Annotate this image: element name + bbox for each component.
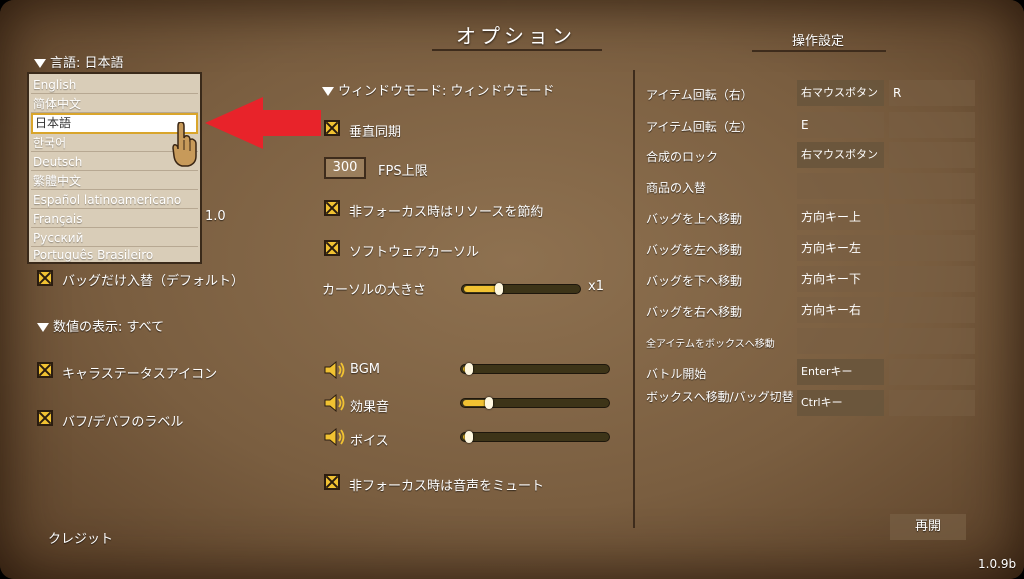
language-dropdown-list: English 简体中文 日本語 한국어 Deutsch 繁體中文 Españo…	[27, 72, 202, 264]
bgm-slider[interactable]	[460, 363, 610, 375]
control-label: 全アイテムをボックスへ移動	[646, 339, 775, 350]
control-label: バッグを右へ移動	[646, 305, 743, 319]
language-option[interactable]: English	[31, 76, 198, 94]
slider-knob[interactable]	[464, 431, 473, 443]
keybind-primary[interactable]: 右マウスボタン	[797, 80, 884, 106]
credits-button[interactable]: クレジット	[48, 528, 113, 547]
control-label: ボックスへ移動/バッグ切替	[646, 390, 794, 404]
title-underline	[432, 49, 602, 51]
control-label: アイテム回転（右）	[646, 88, 753, 102]
buff-label-checkbox[interactable]	[37, 410, 53, 426]
sfx-slider[interactable]	[460, 397, 610, 409]
vsync-checkbox[interactable]	[324, 120, 340, 136]
language-option[interactable]: Français	[31, 210, 198, 228]
control-label: 合成のロック	[646, 150, 719, 164]
controls-tab[interactable]: 操作設定	[752, 30, 884, 49]
control-label: バッグを上へ移動	[646, 212, 743, 226]
keybind-secondary[interactable]	[889, 142, 975, 168]
keybind-secondary[interactable]	[889, 297, 975, 323]
dropdown-triangle-icon	[322, 87, 334, 96]
bgm-label: BGM	[350, 362, 380, 377]
keybind-secondary[interactable]	[889, 235, 975, 261]
window-mode-select[interactable]: ウィンドウモード: ウィンドウモード	[322, 80, 555, 99]
keybind-secondary[interactable]	[889, 112, 975, 138]
keybind-secondary[interactable]: R	[889, 80, 975, 106]
control-label: バトル開始	[646, 367, 707, 381]
mute-unfocused-label: 非フォーカス時は音声をミュート	[349, 479, 545, 494]
voice-label: ボイス	[350, 434, 389, 449]
keybind-secondary[interactable]	[889, 266, 975, 292]
language-option[interactable]: Español latinoamericano	[31, 191, 198, 209]
keybind-primary[interactable]: Ctrlキー	[797, 390, 884, 416]
vsync-label: 垂直同期	[349, 125, 402, 140]
control-label: 商品の入替	[646, 181, 707, 195]
language-option[interactable]: 简体中文	[31, 95, 198, 113]
keybind-secondary[interactable]	[889, 359, 975, 385]
page-title: オプション	[456, 24, 576, 48]
language-option[interactable]: Português Brasileiro	[31, 246, 198, 264]
speaker-icon	[324, 394, 345, 412]
language-select[interactable]: 言語: 日本語	[34, 52, 124, 71]
sfx-label: 効果音	[350, 400, 390, 415]
resume-button[interactable]: 再開	[890, 514, 966, 540]
speaker-icon	[324, 428, 345, 446]
number-display-label: 数値の表示: すべて	[53, 320, 165, 335]
save-resources-label: 非フォーカス時はリソースを節約	[349, 205, 544, 220]
keybind-primary[interactable]: 方向キー左	[797, 235, 884, 261]
dropdown-triangle-icon	[37, 323, 49, 332]
window-mode-label: ウィンドウモード: ウィンドウモード	[338, 84, 555, 99]
control-label: アイテム回転（左）	[646, 120, 753, 134]
bag-swap-label: バッグだけ入替（デフォルト）	[62, 274, 245, 289]
keybind-primary[interactable]: 方向キー下	[797, 266, 884, 292]
language-select-label: 言語: 日本語	[50, 56, 124, 71]
mute-unfocused-checkbox[interactable]	[324, 474, 340, 490]
cursor-size-label: カーソルの大きさ	[322, 283, 427, 298]
fps-limit-input[interactable]: 300	[324, 157, 366, 179]
keybind-primary[interactable]: 右マウスボタン	[797, 142, 884, 168]
voice-slider[interactable]	[460, 431, 610, 443]
char-status-icon-label: キャラステータスアイコン	[62, 367, 218, 382]
column-divider	[633, 70, 635, 528]
dropdown-triangle-icon	[34, 59, 46, 68]
keybind-primary[interactable]: Enterキー	[797, 359, 884, 385]
version-label: 1.0.9b	[978, 557, 1017, 571]
speaker-icon	[324, 361, 345, 379]
cursor-size-slider[interactable]	[461, 283, 581, 295]
software-cursor-checkbox[interactable]	[324, 240, 340, 256]
keybind-secondary[interactable]	[889, 328, 975, 354]
bag-swap-checkbox[interactable]	[37, 270, 53, 286]
slider-knob[interactable]	[485, 397, 494, 409]
language-option[interactable]: 繁體中文	[31, 172, 198, 190]
hand-cursor-icon	[172, 122, 197, 167]
options-screen: オプション 操作設定 言語: 日本語 1.0 バッグだけ入替（デフォルト） 数値…	[0, 0, 1024, 579]
keybind-primary[interactable]: 方向キー右	[797, 297, 884, 323]
number-display-select[interactable]: 数値の表示: すべて	[37, 316, 164, 335]
software-cursor-label: ソフトウェアカーソル	[349, 245, 480, 260]
controls-underline	[752, 50, 886, 52]
slider-fill	[464, 286, 499, 292]
keybind-primary[interactable]: 方向キー上	[797, 204, 884, 230]
language-option[interactable]: Русский	[31, 229, 198, 247]
red-arrow-icon	[205, 97, 321, 149]
buff-label-label: バフ/デバフのラベル	[62, 415, 184, 430]
control-label: バッグを左へ移動	[646, 243, 743, 257]
save-resources-checkbox[interactable]	[324, 200, 340, 216]
control-label: バッグを下へ移動	[646, 274, 743, 288]
keybind-secondary[interactable]	[889, 173, 975, 199]
keybind-primary[interactable]: E	[797, 112, 884, 138]
char-status-icon-checkbox[interactable]	[37, 362, 53, 378]
fps-limit-label: FPS上限	[378, 164, 428, 179]
keybind-primary[interactable]	[797, 173, 884, 199]
keybind-primary[interactable]	[797, 328, 884, 354]
keybind-secondary[interactable]	[889, 204, 975, 230]
slider-knob[interactable]	[464, 363, 473, 375]
slider-knob[interactable]	[494, 283, 503, 295]
partial-value: 1.0	[205, 209, 226, 224]
cursor-size-value: x1	[588, 279, 604, 294]
keybind-secondary[interactable]	[889, 390, 975, 416]
